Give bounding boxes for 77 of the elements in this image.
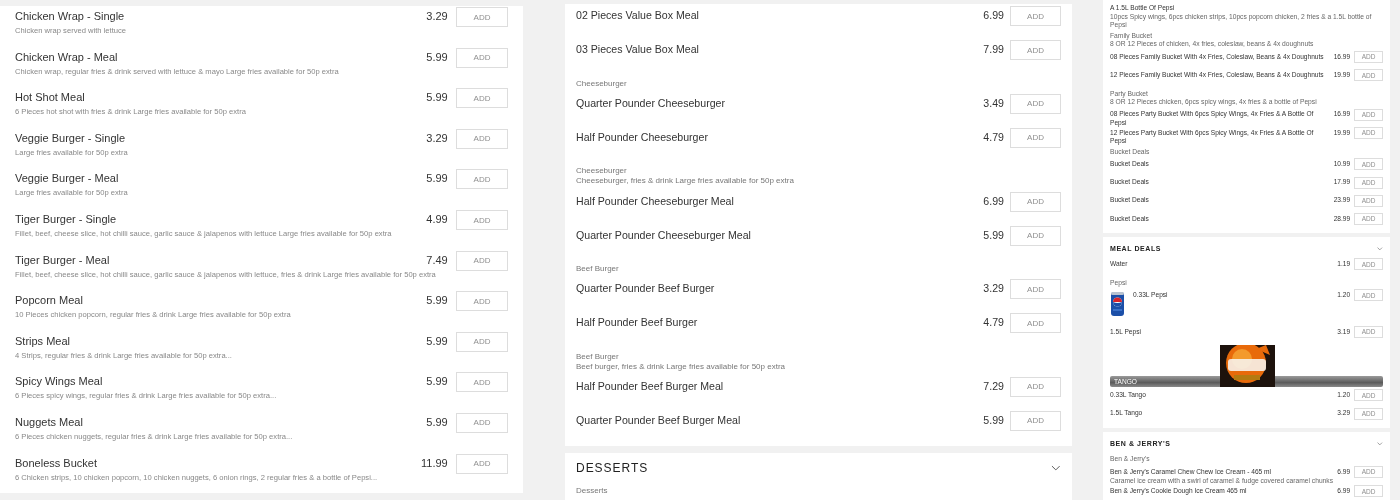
- item-price: 4.99: [426, 213, 448, 227]
- add-button[interactable]: ADD: [456, 7, 508, 28]
- section-title: DESSERTS: [576, 461, 649, 476]
- item-price: 5.99: [983, 413, 1004, 427]
- item-price: 3.29: [426, 131, 448, 146]
- group-label: Cheeseburger: [576, 166, 627, 177]
- item-name: 02 Pieces Value Box Meal: [576, 9, 700, 23]
- item-name: Strips Meal: [15, 334, 72, 349]
- add-button[interactable]: ADD: [456, 372, 508, 393]
- item-price: 5.99: [426, 91, 448, 105]
- group-label: Beef Burger: [576, 351, 619, 362]
- group-label: Cheeseburger: [576, 78, 627, 89]
- add-button[interactable]: ADD: [1010, 128, 1061, 148]
- item-price: 3.49: [983, 97, 1004, 111]
- add-button[interactable]: ADD: [456, 250, 508, 271]
- item-name: Half Pounder Cheeseburger: [576, 131, 709, 145]
- item-price: 5.99: [426, 294, 448, 308]
- add-button[interactable]: ADD: [456, 331, 508, 352]
- item-name: Nuggets Meal: [15, 416, 84, 430]
- item-name: Quarter Pounder Cheeseburger Meal: [576, 228, 752, 242]
- add-button[interactable]: ADD: [456, 88, 508, 109]
- add-button[interactable]: ADD: [456, 210, 508, 230]
- add-button[interactable]: ADD: [1010, 410, 1061, 431]
- chevron-down-icon[interactable]: [1051, 465, 1061, 472]
- item-price: 11.99: [421, 456, 448, 471]
- add-button[interactable]: ADD: [1010, 279, 1061, 300]
- item-price: 5.99: [983, 228, 1004, 242]
- item-price: 5.99: [426, 375, 448, 390]
- item-name: 03 Pieces Value Box Meal: [576, 43, 700, 57]
- item-price: 4.79: [983, 316, 1004, 330]
- add-button[interactable]: ADD: [456, 169, 508, 190]
- item-price: 4.79: [983, 131, 1004, 145]
- add-button[interactable]: ADD: [1010, 313, 1061, 334]
- item-name: Quarter Pounder Cheeseburger: [576, 97, 726, 111]
- item-name: Half Pounder Beef Burger: [576, 316, 699, 330]
- chevron-down-icon[interactable]: [1377, 441, 1383, 445]
- item-name: Veggie Burger - Single: [15, 131, 127, 146]
- item-price: 5.99: [426, 334, 448, 349]
- item-price: 3.29: [426, 10, 448, 24]
- item-price: 7.29: [983, 379, 1004, 393]
- item-name: Spicy Wings Meal: [15, 375, 104, 390]
- item-price: 5.99: [426, 172, 448, 187]
- add-button[interactable]: ADD: [456, 413, 508, 433]
- add-button[interactable]: ADD: [456, 47, 508, 68]
- item-price: 7.99: [983, 43, 1004, 57]
- item-price: 3.29: [983, 282, 1004, 296]
- item-name: Quarter Pounder Beef Burger Meal: [576, 413, 742, 427]
- item-price: 6.99: [983, 9, 1004, 23]
- add-button[interactable]: ADD: [1010, 225, 1061, 246]
- item-name: Popcorn Meal: [15, 294, 84, 308]
- add-button[interactable]: ADD: [1010, 191, 1061, 212]
- item-name: Boneless Bucket: [15, 456, 98, 471]
- group-label: Beef Burger: [576, 264, 619, 274]
- add-button[interactable]: ADD: [1010, 376, 1061, 397]
- item-price: 5.99: [426, 50, 448, 65]
- group-description: Cheeseburger, fries & drink Large fries available for 50p extra: [576, 176, 794, 187]
- item-name: Hot Shot Meal: [15, 91, 86, 105]
- item-name: Chicken Wrap - Meal: [15, 50, 119, 65]
- add-button[interactable]: ADD: [1010, 40, 1061, 61]
- add-button[interactable]: ADD: [456, 291, 508, 312]
- chevron-down-icon[interactable]: [1377, 246, 1383, 251]
- group-label: Desserts: [576, 486, 608, 497]
- add-button[interactable]: ADD: [456, 128, 508, 149]
- item-price: 7.49: [426, 253, 448, 268]
- group-description: Beef burger, fries & drink Large fries available for 50p extra: [576, 361, 785, 372]
- item-name: Half Pounder Beef Burger Meal: [576, 379, 725, 393]
- add-button[interactable]: ADD: [456, 453, 508, 474]
- item-name: Chicken Wrap - Single: [15, 10, 126, 24]
- item-name: Veggie Burger - Meal: [15, 172, 120, 187]
- item-name: Tiger Burger - Single: [15, 213, 118, 227]
- item-name: Tiger Burger - Meal: [15, 253, 111, 268]
- item-name: Quarter Pounder Beef Burger: [576, 282, 716, 296]
- add-button[interactable]: ADD: [1010, 6, 1061, 27]
- item-price: 6.99: [983, 194, 1004, 208]
- item-price: 5.99: [426, 416, 448, 430]
- item-name: Half Pounder Cheeseburger Meal: [576, 194, 735, 208]
- add-button[interactable]: ADD: [1010, 94, 1061, 114]
